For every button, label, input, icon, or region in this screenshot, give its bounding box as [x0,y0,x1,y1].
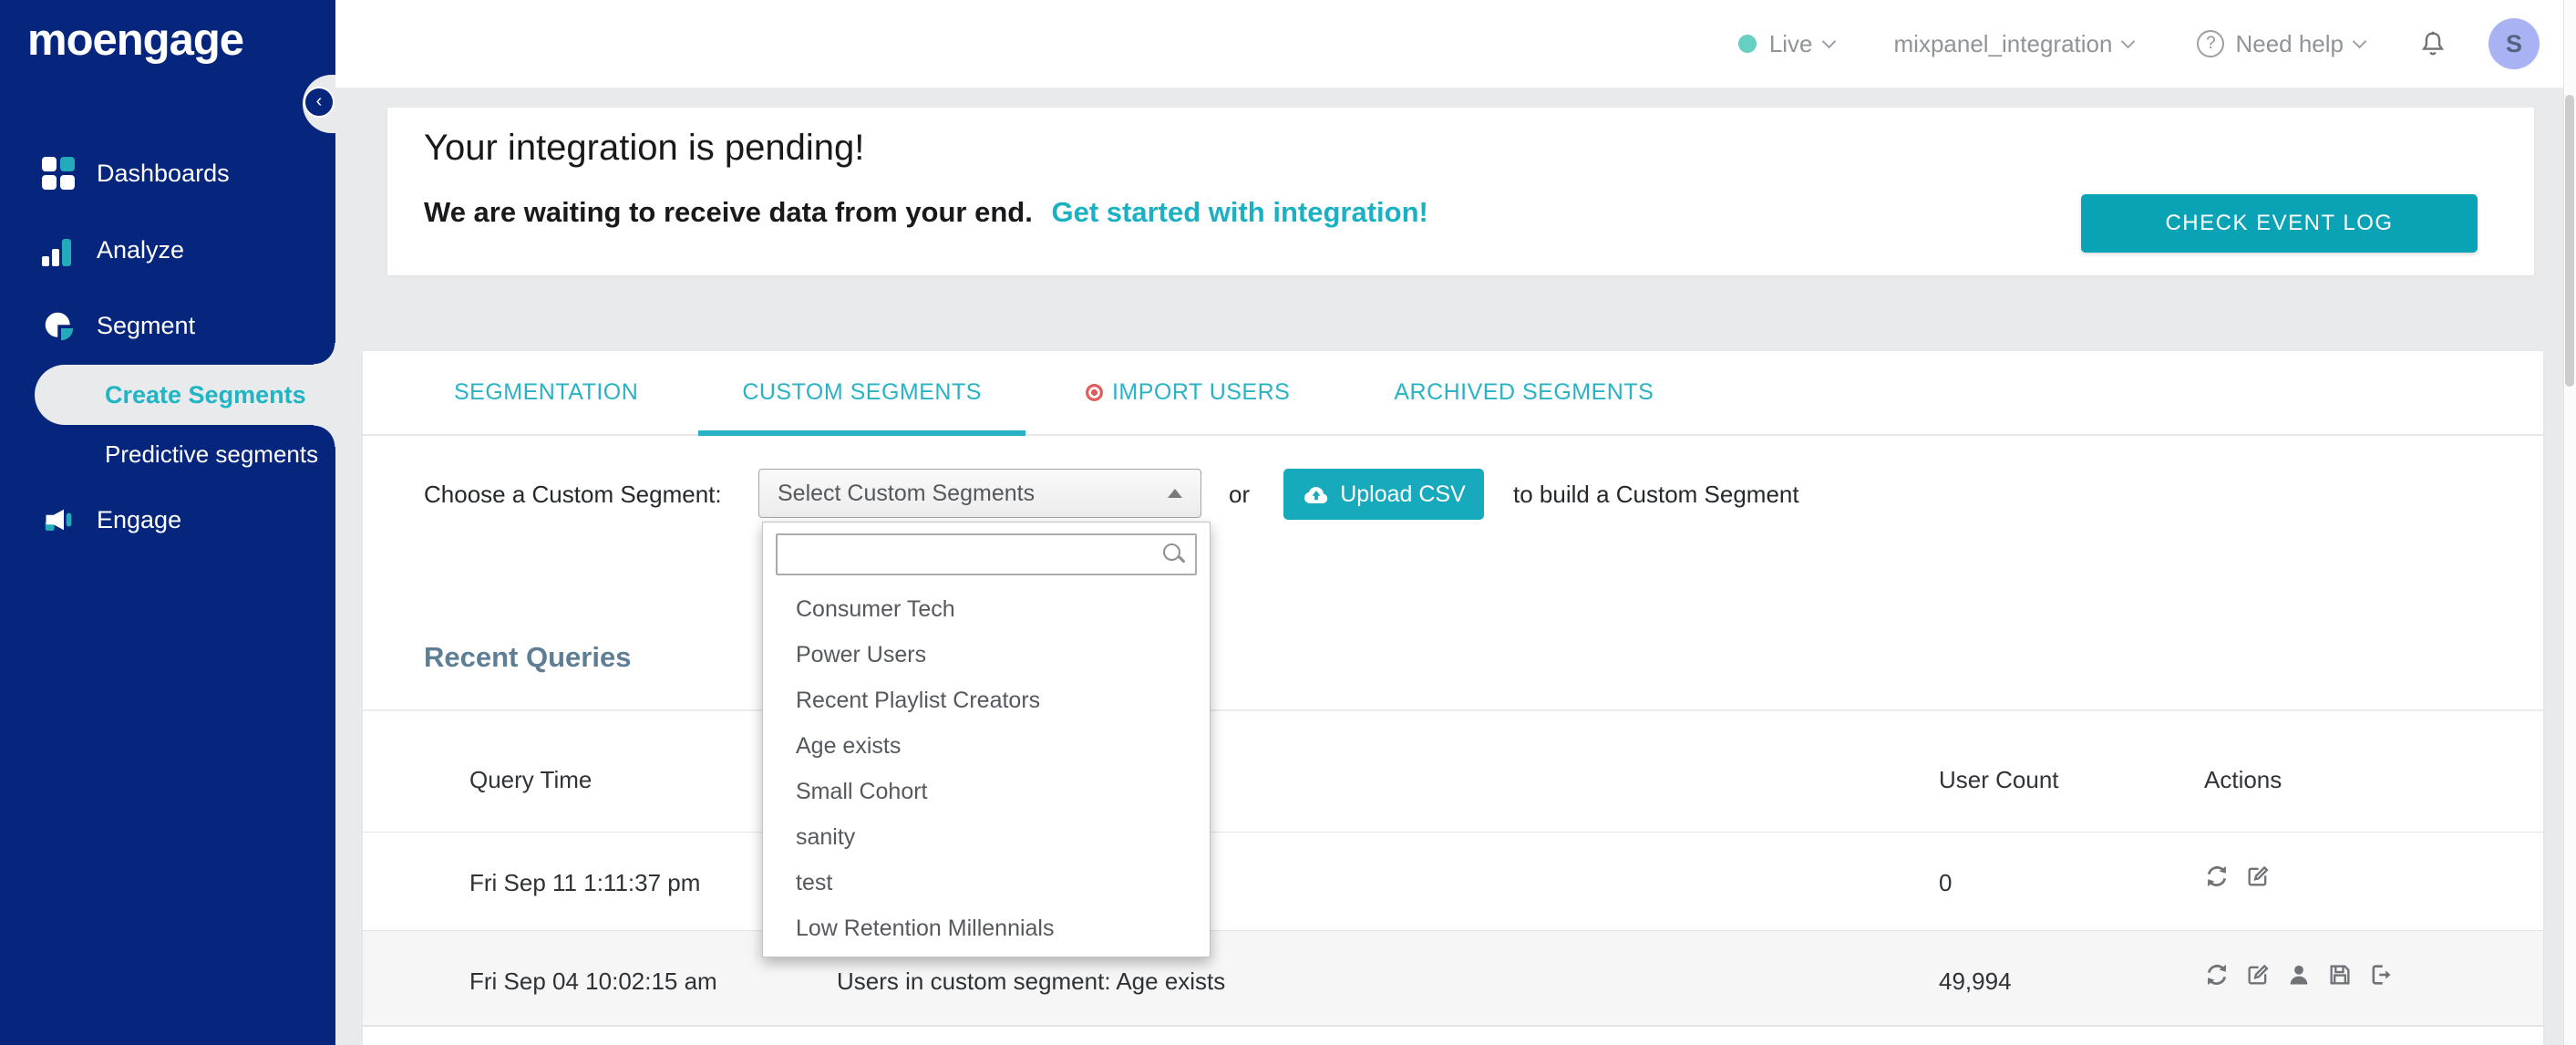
top-bar: Live mixpanel_integration ? Need help S [335,0,2563,88]
dashboard-grid-icon [42,157,75,190]
dropdown-option[interactable]: Recent Playlist Creators [763,678,1210,723]
chevron-down-icon [2121,34,2136,48]
query-time-cell: Fri Sep 11 1:11:37 pm [469,869,701,896]
upload-csv-button[interactable]: Upload CSV [1283,469,1484,520]
table-row: Fri Sep 04 10:02:15 am Users in custom s… [363,930,2543,1027]
or-label: or [1229,481,1251,508]
edit-icon[interactable] [2245,962,2271,988]
dropdown-list: Consumer Tech Power Users Recent Playlis… [763,581,1210,951]
choose-segment-label: Choose a Custom Segment: [424,481,722,508]
sidebar-item-label: Segment [97,311,196,339]
user-count-cell: 0 [1939,869,1953,896]
help-label: Need help [2235,29,2344,57]
user-count-cell: 49,994 [1939,967,2012,995]
active-pill-top-notch [314,343,335,365]
tab-bar: SEGMENTATION CUSTOM SEGMENTS IMPORT USER… [363,351,2543,436]
dropdown-search [776,533,1197,575]
custom-segments-dropdown: Consumer Tech Power Users Recent Playlis… [762,522,1211,957]
chevron-down-icon [1821,34,1836,48]
export-icon[interactable] [2368,962,2394,988]
recent-queries-title: Recent Queries [424,641,632,673]
dropdown-option[interactable]: Power Users [763,632,1210,678]
sidebar-item-analyze[interactable]: Analyze [0,221,335,279]
get-started-link[interactable]: Get started with integration! [1051,196,1427,228]
sidebar-collapse-button[interactable]: ‹ [304,87,335,118]
sidebar-subitem-label: Predictive segments [105,440,319,468]
cloud-upload-icon [1304,487,1328,503]
dropdown-option[interactable]: test [763,860,1210,905]
dropdown-option[interactable]: Age exists [763,723,1210,769]
sidebar-item-label: Analyze [97,235,185,264]
custom-segment-select[interactable]: Select Custom Segments [758,469,1201,518]
tab-import-users[interactable]: IMPORT USERS [1042,351,1334,434]
row-actions [2204,864,2271,889]
chevron-down-icon [2352,34,2367,48]
edit-icon[interactable] [2245,864,2271,889]
sidebar-item-create-segments[interactable]: Create Segments [35,365,335,425]
column-header-query-time: Query Time [469,766,592,793]
sidebar: moengage ‹ Dashboards Analyze Segment Cr… [0,0,335,1045]
sidebar-subitem-label: Create Segments [105,380,306,409]
moengage-logo: moengage [27,16,244,65]
environment-selector[interactable]: Live [1737,29,1836,58]
search-icon [1162,543,1186,566]
help-menu[interactable]: ? Need help [2197,29,2367,58]
table-row: Fri Sep 11 1:11:37 pm 0 [363,832,2543,930]
upload-csv-label: Upload CSV [1340,481,1466,507]
sidebar-item-dashboards[interactable]: Dashboards [0,144,335,202]
dropdown-option[interactable]: Low Retention Millennials [763,905,1210,951]
tab-label: ARCHIVED SEGMENTS [1394,379,1654,405]
banner-subtitle-text: We are waiting to receive data from your… [424,196,1033,228]
scrollbar-track [2563,0,2576,1045]
sidebar-item-predictive-segments[interactable]: Predictive segments [0,429,335,480]
integration-banner: Your integration is pending! We are wait… [387,108,2534,275]
build-segment-label: to build a Custom Segment [1513,481,1799,508]
bar-chart-icon [42,233,75,266]
query-cell: Users in custom segment: Age exists [837,967,1226,995]
megaphone-icon [42,503,75,536]
tab-custom-segments[interactable]: CUSTOM SEGMENTS [698,351,1025,436]
scrollbar-thumb[interactable] [2565,95,2574,387]
tab-archived-segments[interactable]: ARCHIVED SEGMENTS [1350,351,1697,434]
environment-label: Live [1768,29,1813,57]
dropdown-option[interactable]: sanity [763,814,1210,860]
banner-title: Your integration is pending! [424,128,865,168]
user-avatar[interactable]: S [2488,18,2540,69]
app-window: Live mixpanel_integration ? Need help S … [0,0,2576,1045]
banner-subtitle: We are waiting to receive data from your… [424,196,1428,229]
dropdown-option[interactable]: Consumer Tech [763,586,1210,632]
sidebar-item-label: Engage [97,505,182,533]
sidebar-item-label: Dashboards [97,159,230,187]
notifications-bell-icon[interactable] [2417,28,2448,59]
check-event-log-button[interactable]: CHECK EVENT LOG [2081,194,2478,253]
column-header-actions: Actions [2204,766,2282,793]
workspace-selector[interactable]: mixpanel_integration [1893,29,2136,58]
query-time-cell: Fri Sep 04 10:02:15 am [469,967,717,995]
question-circle-icon: ? [2197,30,2225,57]
triangle-up-icon [1168,489,1182,498]
table-header: Query Time User Count Actions [363,709,2543,832]
column-header-user-count: User Count [1939,766,2059,793]
sidebar-item-segment[interactable]: Segment [0,296,335,355]
select-value: Select Custom Segments [778,480,1036,506]
row-actions [2204,962,2394,988]
save-icon[interactable] [2327,962,2353,988]
sidebar-item-engage[interactable]: Engage [0,491,335,549]
tab-segmentation[interactable]: SEGMENTATION [410,351,682,434]
refresh-icon[interactable] [2204,962,2230,988]
search-input[interactable] [776,533,1197,575]
tab-label: SEGMENTATION [454,379,639,405]
record-dot-icon [1085,384,1103,401]
segments-card: SEGMENTATION CUSTOM SEGMENTS IMPORT USER… [363,351,2543,1045]
tab-label: IMPORT USERS [1111,379,1291,405]
dropdown-option[interactable]: Small Cohort [763,769,1210,814]
pie-chart-icon [42,309,75,342]
refresh-icon[interactable] [2204,864,2230,889]
live-status-dot [1737,35,1757,53]
tab-label: CUSTOM SEGMENTS [742,379,982,405]
workspace-name: mixpanel_integration [1893,29,2113,57]
user-icon[interactable] [2286,962,2312,988]
